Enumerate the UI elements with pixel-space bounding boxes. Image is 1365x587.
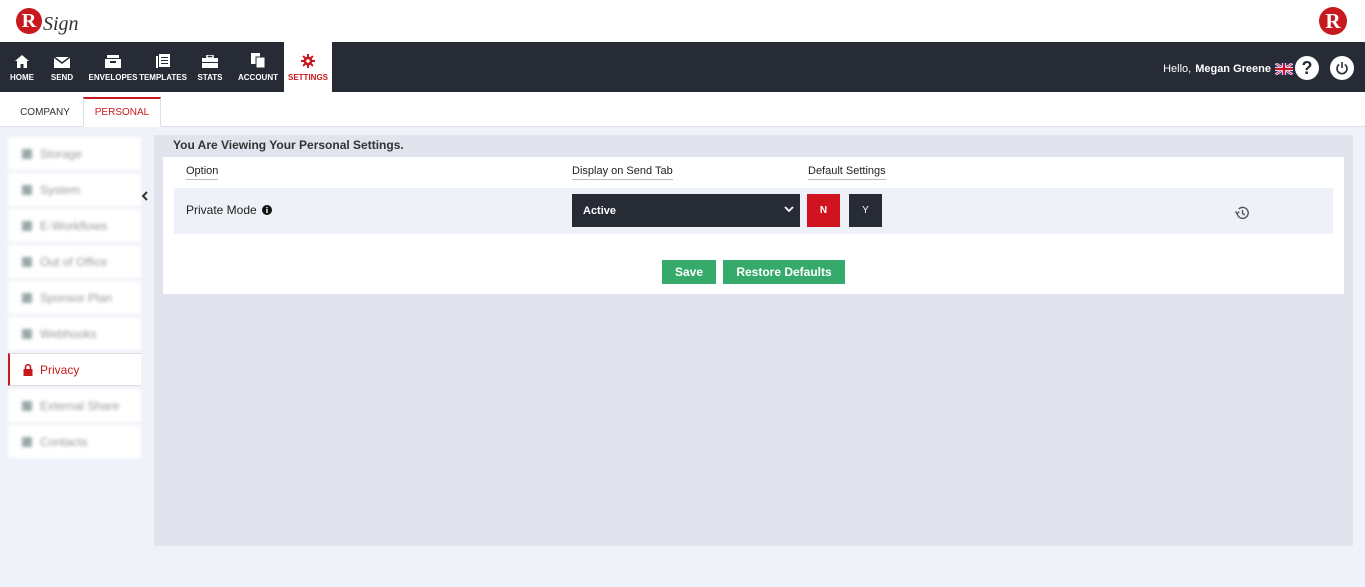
sidebar-item-label: E-Workflows [40, 218, 108, 233]
settings-subtabs: COMPANY PERSONAL [0, 92, 1365, 127]
share-icon [22, 400, 32, 411]
envelope-icon [54, 52, 70, 68]
sidebar-item-contacts[interactable]: Contacts [8, 425, 141, 458]
nav-send-label: SEND [50, 73, 74, 82]
main-content: You Are Viewing Your Personal Settings. … [154, 135, 1353, 546]
help-icon[interactable]: ? [1295, 56, 1319, 80]
lock-icon [23, 363, 33, 376]
nav-send[interactable]: SEND [36, 42, 88, 92]
uk-flag-icon[interactable] [1275, 63, 1293, 75]
sidebar-item-privacy[interactable]: Privacy [8, 353, 141, 386]
logo-r-mark: R [16, 8, 42, 34]
nav-account[interactable]: ACCOUNT [232, 42, 284, 92]
save-button[interactable]: Save [662, 260, 716, 284]
nav-settings-label: SETTINGS [288, 73, 329, 82]
chevron-down-icon [784, 206, 794, 213]
account-icon [251, 52, 265, 68]
sidebar-item-webhooks[interactable]: Webhooks [8, 317, 141, 350]
webhook-icon [22, 328, 32, 339]
sponsor-icon [22, 292, 32, 303]
sidebar-item-sponsor-plan[interactable]: Sponsor Plan [8, 281, 141, 314]
sidebar-item-e-workflows[interactable]: E-Workflows [8, 209, 141, 242]
column-header-display: Display on Send Tab [572, 165, 673, 180]
default-no-button[interactable]: N [807, 194, 840, 227]
nav-settings[interactable]: SETTINGS [284, 42, 332, 92]
rsign-logo[interactable]: R Sign [16, 6, 79, 36]
user-name: Megan Greene [1195, 63, 1271, 75]
gear-icon [301, 52, 315, 68]
home-icon [15, 52, 29, 68]
sidebar-item-label: Sponsor Plan [40, 290, 113, 305]
main-navbar: HOME SEND ENVELOPES TEMPLATES STATS ACCO… [0, 42, 1365, 92]
sidebar-collapse-icon[interactable] [139, 188, 151, 204]
nav-envelopes[interactable]: ENVELOPES [88, 42, 138, 92]
display-select-value: Active [583, 204, 617, 217]
contacts-icon [22, 436, 32, 447]
sidebar-item-label: Storage [40, 146, 83, 161]
user-greeting: Hello, Megan Greene [1163, 63, 1293, 75]
nav-home-label: HOME [10, 73, 34, 82]
default-yes-button[interactable]: Y [849, 194, 882, 227]
power-icon[interactable] [1330, 56, 1354, 80]
column-header-default: Default Settings [808, 165, 886, 180]
page-title: You Are Viewing Your Personal Settings. [173, 138, 404, 152]
templates-icon [156, 52, 170, 68]
greeting-text: Hello, [1163, 63, 1192, 75]
sidebar-item-external-share[interactable]: External Share [8, 389, 141, 422]
briefcase-icon [202, 52, 218, 68]
nav-templates[interactable]: TEMPLATES [138, 42, 188, 92]
info-icon[interactable] [261, 205, 272, 215]
nav-stats[interactable]: STATS [188, 42, 232, 92]
nav-templates-label: TEMPLATES [139, 73, 187, 82]
workflow-icon [22, 220, 32, 231]
sidebar-item-label: Contacts [40, 434, 88, 449]
nav-account-label: ACCOUNT [238, 73, 278, 82]
display-select[interactable]: Active [572, 194, 800, 227]
setting-row-private-mode: Private Mode Active N Y [174, 188, 1333, 234]
sidebar-item-out-of-office[interactable]: Out of Office [8, 245, 141, 278]
office-icon [22, 256, 32, 267]
nav-envelopes-label: ENVELOPES [88, 73, 138, 82]
sidebar-item-label: Privacy [40, 362, 80, 377]
system-icon [22, 184, 32, 195]
settings-sidebar: Storage System E-Workflows Out of Office… [8, 137, 141, 461]
history-icon[interactable] [1234, 205, 1250, 221]
sidebar-item-label: Webhooks [40, 326, 97, 341]
sidebar-item-system[interactable]: System [8, 173, 141, 206]
storage-icon [22, 148, 32, 159]
sidebar-item-label: System [40, 182, 81, 197]
restore-defaults-button[interactable]: Restore Defaults [723, 260, 845, 284]
top-header: R Sign R [0, 0, 1365, 42]
logo-sign-text: Sign [43, 12, 79, 35]
setting-label: Private Mode [186, 203, 272, 217]
rpost-logo: R [1319, 7, 1347, 35]
column-header-option: Option [186, 165, 219, 180]
private-mode-label: Private Mode [186, 203, 257, 217]
sidebar-item-label: External Share [40, 398, 120, 413]
sidebar-item-label: Out of Office [40, 254, 108, 269]
settings-panel: Option Display on Send Tab Default Setti… [163, 157, 1344, 294]
tab-company[interactable]: COMPANY [8, 97, 82, 127]
nav-stats-label: STATS [197, 73, 223, 82]
inbox-icon [105, 52, 121, 68]
sidebar-item-storage[interactable]: Storage [8, 137, 141, 170]
tab-personal[interactable]: PERSONAL [83, 97, 161, 127]
